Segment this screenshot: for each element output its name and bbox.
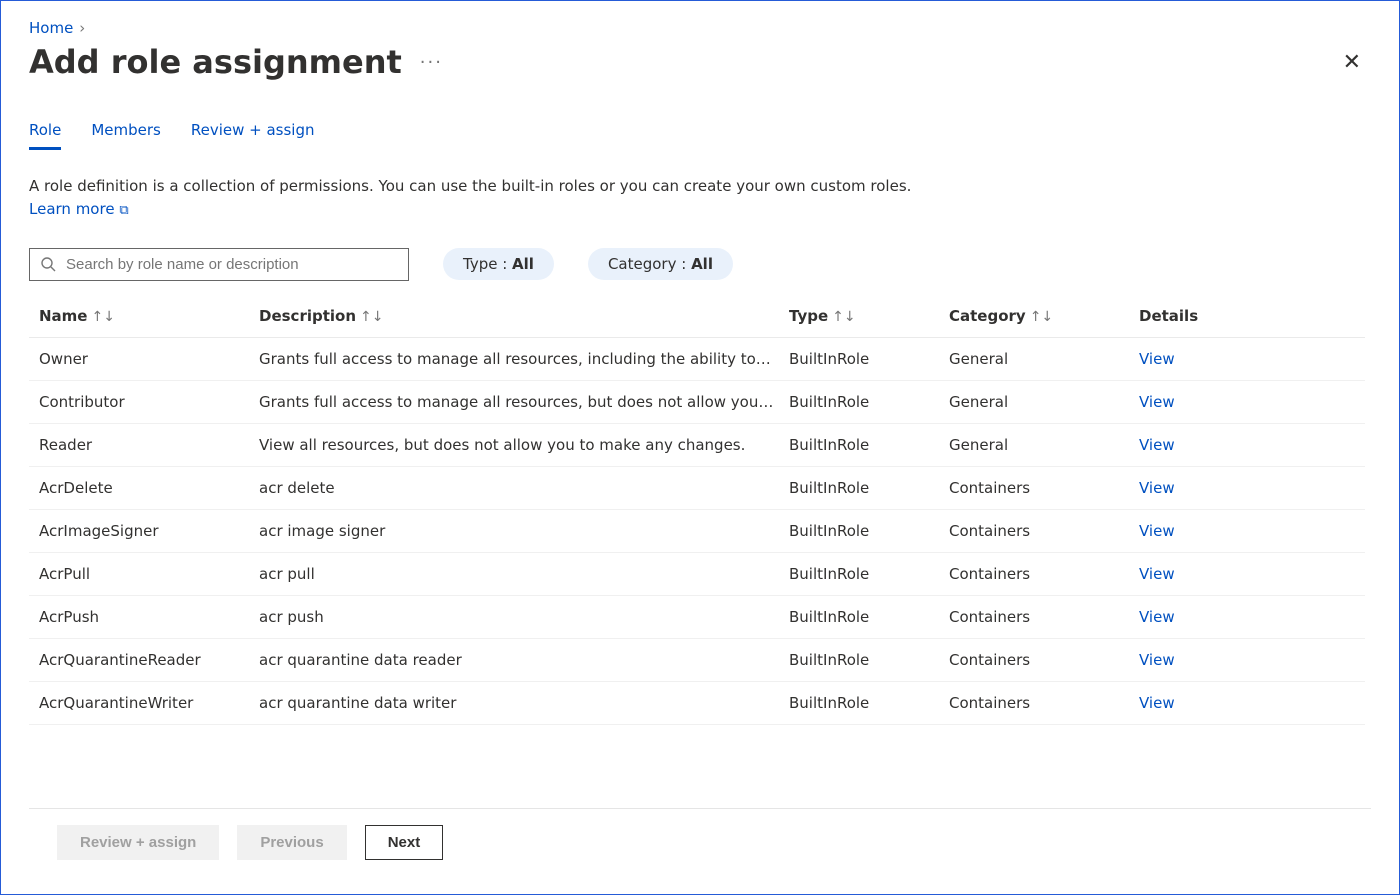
filter-type-pill[interactable]: Type : All — [443, 248, 554, 280]
more-actions-button[interactable]: ··· — [420, 52, 443, 73]
cell-name: Reader — [39, 436, 259, 454]
filter-category-pill[interactable]: Category : All — [588, 248, 733, 280]
tab-strip: Role Members Review + assign — [29, 121, 1365, 151]
view-link[interactable]: View — [1139, 393, 1175, 411]
chevron-right-icon: › — [79, 19, 85, 37]
view-link[interactable]: View — [1139, 350, 1175, 368]
view-link[interactable]: View — [1139, 651, 1175, 669]
cell-description: Grants full access to manage all resourc… — [259, 350, 789, 368]
cell-type: BuiltInRole — [789, 350, 949, 368]
filter-type-label: Type : — [463, 255, 512, 273]
page-title: Add role assignment — [29, 43, 402, 81]
close-icon: ✕ — [1343, 50, 1361, 75]
next-button[interactable]: Next — [365, 825, 444, 860]
roles-table: Name↑↓ Description↑↓ Type↑↓ Category↑↓ D… — [29, 295, 1365, 725]
table-row[interactable]: AcrQuarantineWriteracr quarantine data w… — [29, 682, 1365, 725]
table-row[interactable]: AcrPushacr pushBuiltInRoleContainersView — [29, 596, 1365, 639]
filter-category-label: Category : — [608, 255, 691, 273]
col-category[interactable]: Category↑↓ — [949, 307, 1139, 325]
view-link[interactable]: View — [1139, 608, 1175, 626]
cell-description: acr quarantine data writer — [259, 694, 789, 712]
table-row[interactable]: AcrDeleteacr deleteBuiltInRoleContainers… — [29, 467, 1365, 510]
cell-description: View all resources, but does not allow y… — [259, 436, 789, 454]
review-assign-button[interactable]: Review + assign — [57, 825, 219, 860]
breadcrumb: Home › — [29, 19, 1371, 37]
content-scroll[interactable]: Role Members Review + assign A role defini… — [29, 121, 1371, 808]
cell-description: acr delete — [259, 479, 789, 497]
search-input[interactable] — [64, 255, 398, 274]
search-input-wrapper[interactable] — [29, 248, 409, 281]
cell-name: Owner — [39, 350, 259, 368]
table-row[interactable]: ReaderView all resources, but does not a… — [29, 424, 1365, 467]
table-row[interactable]: AcrQuarantineReaderacr quarantine data r… — [29, 639, 1365, 682]
tab-members[interactable]: Members — [91, 121, 161, 150]
view-link[interactable]: View — [1139, 479, 1175, 497]
cell-name: AcrImageSigner — [39, 522, 259, 540]
help-text: A role definition is a collection of per… — [29, 175, 929, 222]
learn-more-link[interactable]: Learn more ⧉ — [29, 200, 129, 218]
cell-type: BuiltInRole — [789, 479, 949, 497]
cell-type: BuiltInRole — [789, 393, 949, 411]
cell-name: AcrPush — [39, 608, 259, 626]
table-row[interactable]: ContributorGrants full access to manage … — [29, 381, 1365, 424]
search-icon — [40, 256, 56, 272]
cell-type: BuiltInRole — [789, 436, 949, 454]
sort-icon: ↑↓ — [360, 309, 383, 325]
table-header: Name↑↓ Description↑↓ Type↑↓ Category↑↓ D… — [29, 295, 1365, 338]
filter-category-value: All — [691, 255, 713, 273]
cell-name: AcrQuarantineWriter — [39, 694, 259, 712]
col-description[interactable]: Description↑↓ — [259, 307, 789, 325]
sort-icon: ↑↓ — [832, 309, 855, 325]
cell-description: acr image signer — [259, 522, 789, 540]
filter-type-value: All — [512, 255, 534, 273]
cell-description: acr push — [259, 608, 789, 626]
cell-type: BuiltInRole — [789, 651, 949, 669]
cell-type: BuiltInRole — [789, 522, 949, 540]
footer-bar: Review + assign Previous Next — [29, 808, 1371, 876]
view-link[interactable]: View — [1139, 522, 1175, 540]
tab-review-assign[interactable]: Review + assign — [191, 121, 315, 150]
cell-type: BuiltInRole — [789, 565, 949, 583]
help-text-body: A role definition is a collection of per… — [29, 177, 911, 195]
breadcrumb-home[interactable]: Home — [29, 19, 73, 37]
cell-category: General — [949, 350, 1139, 368]
cell-name: AcrDelete — [39, 479, 259, 497]
table-row[interactable]: AcrPullacr pullBuiltInRoleContainersView — [29, 553, 1365, 596]
col-details: Details — [1139, 307, 1259, 325]
horizontal-scrollbar[interactable] — [29, 876, 1371, 894]
sort-icon: ↑↓ — [1030, 309, 1053, 325]
sort-icon: ↑↓ — [91, 309, 114, 325]
close-button[interactable]: ✕ — [1333, 46, 1371, 79]
cell-type: BuiltInRole — [789, 608, 949, 626]
cell-name: AcrQuarantineReader — [39, 651, 259, 669]
previous-button[interactable]: Previous — [237, 825, 346, 860]
view-link[interactable]: View — [1139, 565, 1175, 583]
table-row[interactable]: OwnerGrants full access to manage all re… — [29, 338, 1365, 381]
external-link-icon: ⧉ — [119, 203, 128, 218]
cell-type: BuiltInRole — [789, 694, 949, 712]
cell-category: General — [949, 436, 1139, 454]
cell-category: Containers — [949, 522, 1139, 540]
cell-category: Containers — [949, 694, 1139, 712]
view-link[interactable]: View — [1139, 694, 1175, 712]
cell-name: AcrPull — [39, 565, 259, 583]
cell-category: Containers — [949, 651, 1139, 669]
cell-category: Containers — [949, 479, 1139, 497]
cell-name: Contributor — [39, 393, 259, 411]
cell-description: acr pull — [259, 565, 789, 583]
cell-category: Containers — [949, 565, 1139, 583]
cell-description: Grants full access to manage all resourc… — [259, 393, 789, 411]
col-type[interactable]: Type↑↓ — [789, 307, 949, 325]
cell-category: Containers — [949, 608, 1139, 626]
table-row[interactable]: AcrImageSigneracr image signerBuiltInRol… — [29, 510, 1365, 553]
cell-category: General — [949, 393, 1139, 411]
cell-description: acr quarantine data reader — [259, 651, 789, 669]
col-name[interactable]: Name↑↓ — [39, 307, 259, 325]
view-link[interactable]: View — [1139, 436, 1175, 454]
tab-role[interactable]: Role — [29, 121, 61, 150]
